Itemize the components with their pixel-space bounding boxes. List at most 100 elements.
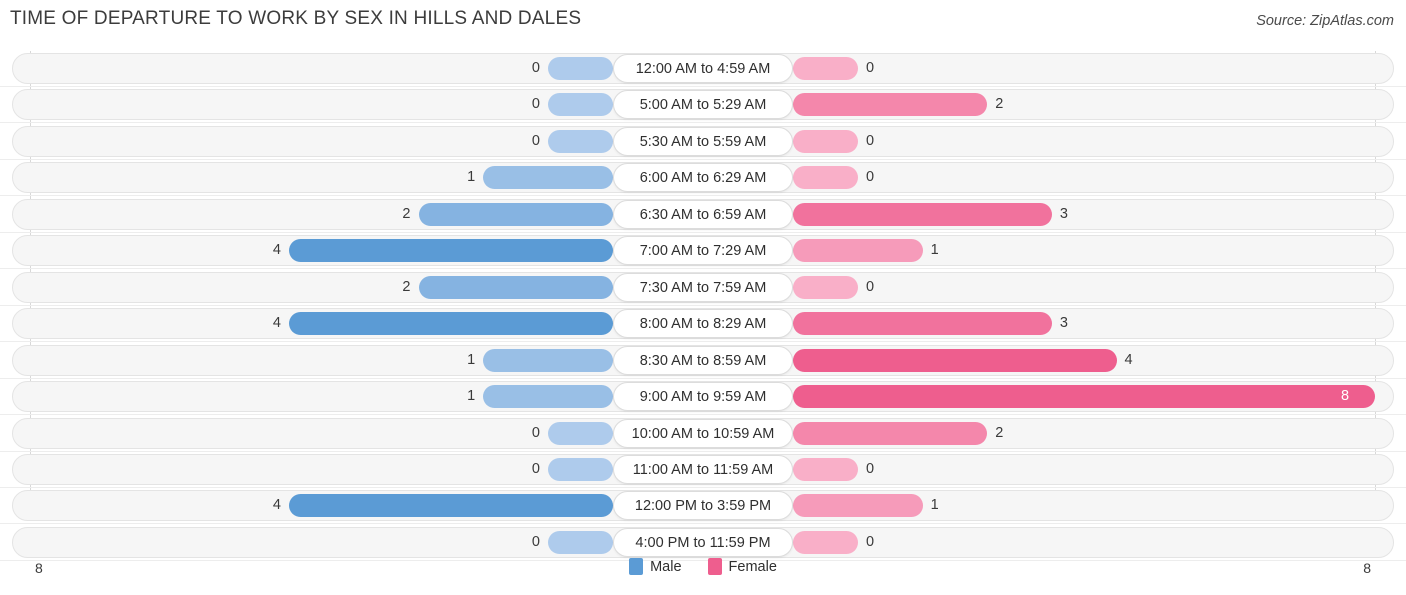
row-separator <box>0 86 1406 87</box>
bar-value-male: 1 <box>467 351 476 368</box>
chart-root: TIME OF DEPARTURE TO WORK BY SEX IN HILL… <box>0 0 1406 595</box>
row-separator <box>0 486 1406 488</box>
chart-row: 2 0 7:30 AM to 7:59 AM <box>0 271 1406 303</box>
chart-row: 0 2 5:00 AM to 5:29 AM <box>0 89 1406 121</box>
bar-value-female: 3 <box>1059 315 1068 332</box>
chart-row: 4 1 12:00 PM to 3:59 PM <box>0 490 1406 522</box>
chart-row: 0 0 4:00 PM to 11:59 PM <box>0 526 1406 558</box>
bar-male[interactable] <box>289 494 613 518</box>
legend-swatch-icon <box>707 558 722 575</box>
bar-value-male: 0 <box>531 132 540 149</box>
bar-value-female: 3 <box>1059 205 1068 222</box>
bar-value-male: 0 <box>531 533 540 550</box>
bar-male[interactable] <box>548 93 613 117</box>
row-separator <box>0 377 1406 379</box>
bar-female[interactable] <box>793 129 858 153</box>
legend-item[interactable]: Male <box>629 558 682 575</box>
bar-value-female: 0 <box>866 60 875 76</box>
category-label: 5:30 AM to 5:59 AM <box>613 126 793 156</box>
page-title: TIME OF DEPARTURE TO WORK BY SEX IN HILL… <box>10 8 582 29</box>
category-label: 10:00 AM to 10:59 AM <box>613 418 793 448</box>
source-attribution: Source: ZipAtlas.com <box>1256 13 1394 29</box>
category-label: 7:30 AM to 7:59 AM <box>613 272 793 302</box>
row-separator <box>0 195 1406 197</box>
legend-label: Male <box>650 558 682 575</box>
legend-label: Female <box>728 558 777 575</box>
bar-value-female: 8 <box>1341 388 1350 405</box>
category-label: 5:00 AM to 5:29 AM <box>613 90 793 120</box>
bar-female[interactable] <box>793 275 858 299</box>
bar-female[interactable] <box>793 239 923 263</box>
bar-value-female: 0 <box>866 533 875 550</box>
chart-row: 4 3 8:00 AM to 8:29 AM <box>0 308 1406 340</box>
row-separator <box>0 414 1406 416</box>
bar-female[interactable] <box>793 348 1117 372</box>
category-label: 11:00 AM to 11:59 AM <box>613 454 793 484</box>
row-separator <box>0 341 1406 343</box>
category-label: 7:00 AM to 7:29 AM <box>613 236 793 266</box>
row-separator <box>0 268 1406 270</box>
bar-male[interactable] <box>483 348 613 372</box>
bar-value-female: 1 <box>930 497 939 514</box>
bar-male[interactable] <box>418 202 613 226</box>
row-separator <box>0 158 1406 160</box>
bar-female[interactable] <box>793 57 858 80</box>
bar-value-male: 2 <box>402 278 411 295</box>
chart-plot-area: 0 0 12:00 AM to 4:59 AM 0 2 5:00 AM to 5:29 A… <box>0 51 1406 561</box>
legend-swatch-icon <box>629 558 644 575</box>
category-label: 6:00 AM to 6:29 AM <box>613 163 793 193</box>
bar-value-female: 0 <box>866 169 875 186</box>
bar-male[interactable] <box>548 421 613 445</box>
chart-row: 1 4 8:30 AM to 8:59 AM <box>0 344 1406 376</box>
bar-female[interactable] <box>793 202 1052 226</box>
chart-row: 1 0 6:00 AM to 6:29 AM <box>0 162 1406 194</box>
bar-male[interactable] <box>548 530 613 554</box>
bar-female[interactable] <box>793 421 988 445</box>
bar-value-male: 0 <box>531 424 540 441</box>
bar-female[interactable] <box>793 93 988 117</box>
bar-value-male: 4 <box>272 315 281 332</box>
row-separator <box>0 304 1406 306</box>
bar-male[interactable] <box>483 385 613 409</box>
bar-male[interactable] <box>548 457 613 481</box>
bar-female[interactable] <box>793 530 858 554</box>
bar-value-male: 4 <box>272 242 281 259</box>
bar-value-male: 1 <box>467 169 476 186</box>
bar-female[interactable] <box>793 494 923 518</box>
chart-row: 0 0 5:30 AM to 5:59 AM <box>0 125 1406 157</box>
category-label: 8:30 AM to 8:59 AM <box>613 345 793 375</box>
bar-value-male: 0 <box>531 96 540 113</box>
category-label: 8:00 AM to 8:29 AM <box>613 309 793 339</box>
legend-item[interactable]: Female <box>707 558 777 575</box>
bar-value-male: 4 <box>272 497 281 514</box>
bar-value-male: 2 <box>402 205 411 222</box>
bar-male[interactable] <box>289 239 613 263</box>
row-separator <box>0 523 1406 525</box>
bar-value-female: 2 <box>995 424 1004 441</box>
bar-value-male: 0 <box>531 460 540 477</box>
category-label: 12:00 AM to 4:59 AM <box>613 54 793 83</box>
bar-male[interactable] <box>289 312 613 336</box>
row-separator <box>0 231 1406 233</box>
category-label: 4:00 PM to 11:59 PM <box>613 527 793 557</box>
category-label: 9:00 AM to 9:59 AM <box>613 382 793 412</box>
bar-value-female: 0 <box>866 132 875 149</box>
bar-female[interactable] <box>793 166 858 190</box>
bar-female[interactable] <box>793 385 1375 409</box>
bar-male[interactable] <box>548 57 613 80</box>
bar-male[interactable] <box>418 275 613 299</box>
chart-row: 0 0 12:00 AM to 4:59 AM <box>0 53 1406 84</box>
chart-row: 0 2 10:00 AM to 10:59 AM <box>0 417 1406 449</box>
chart-row: 2 3 6:30 AM to 6:59 AM <box>0 198 1406 230</box>
bar-female[interactable] <box>793 312 1052 336</box>
bar-value-female: 1 <box>930 242 939 259</box>
chart-row: 4 1 7:00 AM to 7:29 AM <box>0 235 1406 267</box>
bar-value-female: 0 <box>866 278 875 295</box>
chart-legend: Male Female <box>0 558 1406 575</box>
chart-row: 0 0 11:00 AM to 11:59 AM <box>0 453 1406 485</box>
bar-male[interactable] <box>483 166 613 190</box>
bar-male[interactable] <box>548 129 613 153</box>
bar-female[interactable] <box>793 457 858 481</box>
chart-row: 1 8 9:00 AM to 9:59 AM <box>0 381 1406 413</box>
bar-value-female: 2 <box>995 96 1004 113</box>
